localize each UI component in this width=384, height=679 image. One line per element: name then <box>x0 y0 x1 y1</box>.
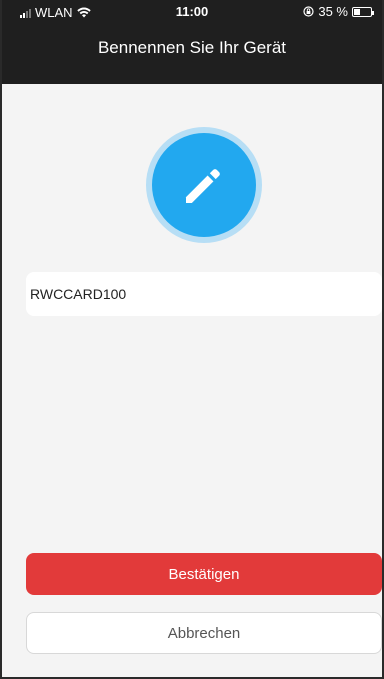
confirm-button[interactable]: Bestätigen <box>26 553 382 595</box>
screen: WLAN 11:00 35 % Bennennen Sie Ihr Gerät … <box>0 0 384 679</box>
battery-icon <box>352 6 374 17</box>
top-bar: WLAN 11:00 35 % Bennennen Sie Ihr Gerät <box>2 0 382 84</box>
device-name-input[interactable] <box>26 272 382 316</box>
edit-badge <box>146 127 262 243</box>
battery-fill <box>354 8 361 15</box>
page-title: Bennennen Sie Ihr Gerät <box>97 38 287 57</box>
edit-circle <box>152 133 256 237</box>
pencil-icon <box>186 169 220 203</box>
status-bar: WLAN 11:00 35 % <box>2 0 382 24</box>
cancel-button[interactable]: Abbrechen <box>26 612 382 654</box>
battery-percent: 35 % <box>318 4 348 19</box>
rotation-lock-icon <box>303 6 314 17</box>
status-right: 35 % <box>303 4 374 19</box>
